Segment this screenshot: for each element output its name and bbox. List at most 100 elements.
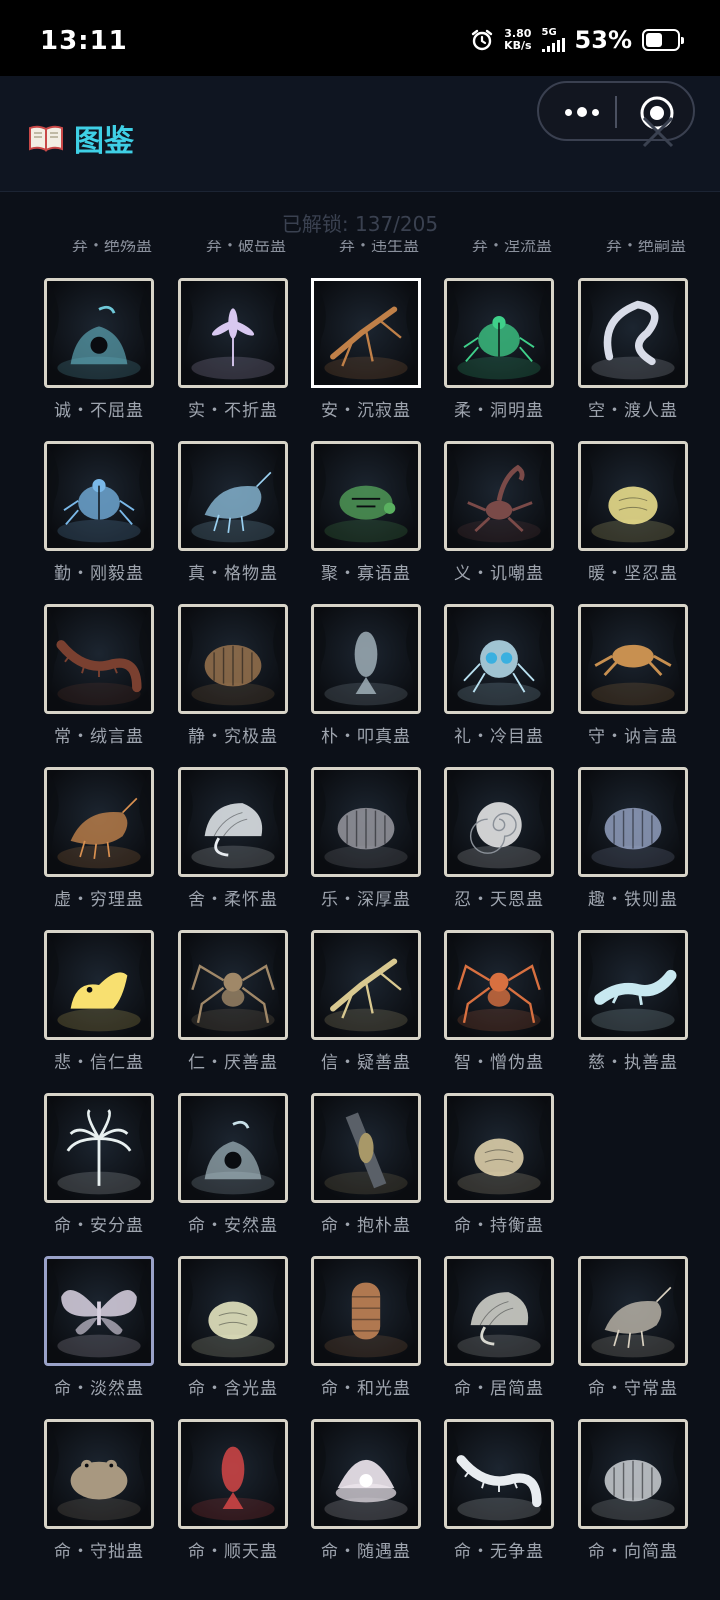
creature-card[interactable]: 命・守常蛊	[565, 1256, 701, 1416]
creature-card[interactable]: 诚・不屈蛊	[31, 278, 167, 438]
creature-portrait	[44, 1256, 154, 1366]
creature-portrait	[578, 767, 688, 877]
creature-card[interactable]: 命・持衡蛊	[431, 1093, 567, 1253]
more-button[interactable]	[559, 99, 605, 125]
card-label: 诚・不屈蛊	[54, 401, 144, 421]
creature-card[interactable]: 命・无争蛊	[431, 1419, 567, 1579]
card-label: 命・淡然蛊	[54, 1379, 144, 1399]
creature-card[interactable]: 慈・执善蛊	[565, 930, 701, 1090]
creature-portrait	[311, 441, 421, 551]
creature-card[interactable]: 命・安然蛊	[165, 1093, 301, 1253]
creature-card[interactable]: 实・不折蛊	[165, 278, 301, 438]
creature-card[interactable]: 命・向简蛊	[565, 1419, 701, 1579]
status-icons: 3.80 KB/s 5G 53%	[470, 24, 684, 56]
battery-icon	[642, 29, 684, 51]
creature-portrait	[444, 1256, 554, 1366]
creature-card[interactable]: 命・随遇蛊	[298, 1419, 434, 1579]
creature-card[interactable]: 虚・穷理蛊	[31, 767, 167, 927]
card-label: 空・渡人蛊	[588, 401, 678, 421]
creature-card[interactable]: 命・抱朴蛊	[298, 1093, 434, 1253]
card-label: 命・安分蛊	[54, 1216, 144, 1236]
battery-percent: 53%	[574, 26, 632, 54]
partially-scrolled-row: 弃・绝殇蛊 弃・破岳蛊 弃・违生蛊 弃・涅流蛊 弃・绝嗣蛊	[0, 240, 720, 252]
creature-card[interactable]: 义・讥嘲蛊	[431, 441, 567, 601]
creature-card[interactable]: 乐・深厚蛊	[298, 767, 434, 927]
card-label: 虚・穷理蛊	[54, 890, 144, 910]
network-indicator: 5G	[541, 27, 565, 52]
creature-card[interactable]: 趣・铁则蛊	[565, 767, 701, 927]
card-label: 实・不折蛊	[188, 401, 278, 421]
creature-portrait	[44, 930, 154, 1040]
creature-portrait	[178, 604, 288, 714]
clock: 13:11	[40, 26, 128, 56]
creature-card[interactable]: 守・讷言蛊	[565, 604, 701, 764]
network-type: 5G	[541, 27, 557, 38]
card-label: 命・无争蛊	[454, 1542, 544, 1562]
creature-portrait	[178, 930, 288, 1040]
network-speed: 3.80 KB/s	[504, 28, 531, 52]
creature-card[interactable]: 朴・叩真蛊	[298, 604, 434, 764]
creature-portrait	[178, 767, 288, 877]
card-label: 命・抱朴蛊	[321, 1216, 411, 1236]
creature-card[interactable]: 安・沉寂蛊	[298, 278, 434, 438]
creature-card[interactable]: 命・守拙蛊	[31, 1419, 167, 1579]
creature-portrait	[178, 1256, 288, 1366]
creature-portrait	[444, 930, 554, 1040]
card-label: 柔・洞明蛊	[454, 401, 544, 421]
creature-card[interactable]: 命・居简蛊	[431, 1256, 567, 1416]
page-title-text: 图鉴	[74, 124, 134, 159]
card-label: 守・讷言蛊	[588, 727, 678, 747]
card-label: 弃・涅流蛊	[471, 240, 552, 252]
creature-card[interactable]: 舍・柔怀蛊	[165, 767, 301, 927]
header: 图鉴	[0, 76, 720, 192]
card-label: 暖・坚忍蛊	[588, 564, 678, 584]
creature-card[interactable]: 智・憎伪蛊	[431, 930, 567, 1090]
creature-card[interactable]: 命・安分蛊	[31, 1093, 167, 1253]
card-label: 悲・信仁蛊	[54, 1053, 144, 1073]
creature-card[interactable]: 勤・刚毅蛊	[31, 441, 167, 601]
creature-portrait	[311, 767, 421, 877]
creature-portrait	[178, 441, 288, 551]
creature-portrait	[578, 604, 688, 714]
creature-card[interactable]: 柔・洞明蛊	[431, 278, 567, 438]
creature-card[interactable]: 真・格物蛊	[165, 441, 301, 601]
creature-card[interactable]: 常・绒言蛊	[31, 604, 167, 764]
creature-card[interactable]: 忍・天恩蛊	[431, 767, 567, 927]
card-label: 乐・深厚蛊	[321, 890, 411, 910]
card-label: 常・绒言蛊	[54, 727, 144, 747]
capsule-divider	[615, 96, 617, 128]
card-label: 安・沉寂蛊	[321, 401, 411, 421]
card-label: 命・守常蛊	[588, 1379, 678, 1399]
card-label: 弃・绝嗣蛊	[605, 240, 686, 252]
card-label: 礼・冷目蛊	[454, 727, 544, 747]
creature-card[interactable]: 信・疑善蛊	[298, 930, 434, 1090]
card-label: 命・居简蛊	[454, 1379, 544, 1399]
collection-panel: 已解锁: 137/205 弃・绝殇蛊 弃・破岳蛊 弃・违生蛊 弃・涅流蛊 弃・绝嗣蛊 诚…	[0, 192, 720, 1600]
card-label: 命・随遇蛊	[321, 1542, 411, 1562]
creature-portrait	[178, 278, 288, 388]
creature-card[interactable]: 命・和光蛊	[298, 1256, 434, 1416]
creature-card[interactable]: 命・含光蛊	[165, 1256, 301, 1416]
creature-card[interactable]: 命・顺天蛊	[165, 1419, 301, 1579]
creature-portrait	[44, 278, 154, 388]
close-icon[interactable]	[640, 114, 676, 150]
creature-portrait	[44, 1419, 154, 1529]
creature-card[interactable]: 礼・冷目蛊	[431, 604, 567, 764]
card-label: 命・顺天蛊	[188, 1542, 278, 1562]
card-label: 忍・天恩蛊	[454, 890, 544, 910]
creature-portrait	[578, 1419, 688, 1529]
creature-card[interactable]: 聚・寡语蛊	[298, 441, 434, 601]
creature-card[interactable]: 悲・信仁蛊	[31, 930, 167, 1090]
creature-card[interactable]: 空・渡人蛊	[565, 278, 701, 438]
card-label: 静・究极蛊	[188, 727, 278, 747]
card-label: 命・持衡蛊	[454, 1216, 544, 1236]
creature-card[interactable]: 命・淡然蛊	[31, 1256, 167, 1416]
creature-portrait	[444, 604, 554, 714]
card-label: 命・守拙蛊	[54, 1542, 144, 1562]
creature-card[interactable]: 暖・坚忍蛊	[565, 441, 701, 601]
creature-card[interactable]: 仁・厌善蛊	[165, 930, 301, 1090]
card-label: 弃・破岳蛊	[205, 240, 286, 252]
creature-card[interactable]: 静・究极蛊	[165, 604, 301, 764]
card-label: 弃・绝殇蛊	[71, 240, 152, 252]
card-label: 命・安然蛊	[188, 1216, 278, 1236]
